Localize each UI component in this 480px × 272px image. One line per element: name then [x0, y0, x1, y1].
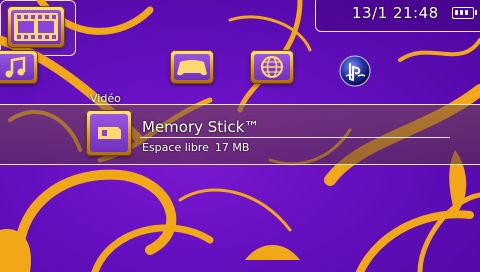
- memory-stick-item[interactable]: [86, 110, 132, 156]
- category-network[interactable]: [250, 50, 294, 84]
- film-icon: [11, 10, 61, 44]
- free-space-value: 17 MB: [214, 141, 250, 154]
- gamepad-icon: [174, 54, 210, 80]
- clock: 13/1 21:48: [352, 4, 439, 22]
- battery-icon: [452, 7, 477, 19]
- battery-cell: [460, 9, 463, 15]
- film-icon-tile: [7, 6, 65, 48]
- free-space-label: Espace libre: [142, 141, 209, 154]
- category-music[interactable]: [0, 50, 38, 84]
- divider: [140, 137, 450, 138]
- category-game[interactable]: [170, 50, 214, 84]
- psp-xmb-screen: 13/1 21:48 Vidéo Memory Stick™ Espace li…: [0, 0, 480, 272]
- music-note-icon: [0, 54, 34, 80]
- category-playstation-network[interactable]: [338, 54, 372, 88]
- memory-stick-icon: [90, 114, 128, 152]
- memory-stick-title: Memory Stick™: [142, 118, 260, 136]
- battery-cell: [455, 9, 458, 15]
- free-space-info: Espace libre 17 MB: [142, 141, 249, 154]
- psn-logo-icon: [339, 55, 371, 87]
- battery-cell: [465, 9, 468, 15]
- globe-icon: [254, 54, 290, 80]
